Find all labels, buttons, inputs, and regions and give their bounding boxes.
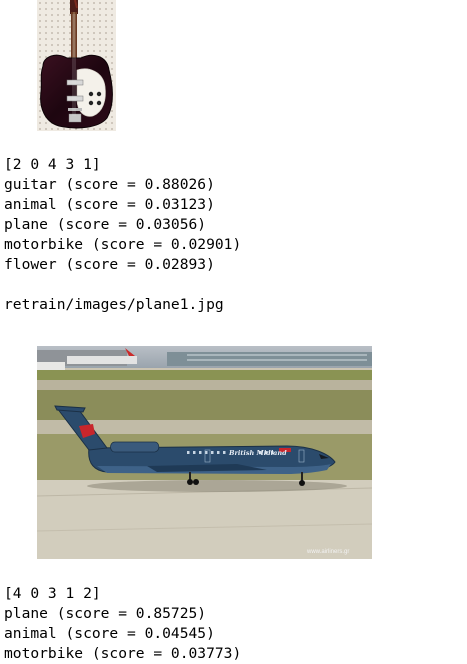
prediction-line: guitar (score = 0.88026) (4, 176, 215, 193)
prediction-line: plane (score = 0.03056) (4, 216, 207, 233)
prediction-line: animal (score = 0.04545) (4, 625, 215, 642)
plane-image: British Midland www.airliners.gr (37, 346, 372, 559)
photo-credit: www.airliners.gr (306, 549, 349, 555)
prediction-line: flower (score = 0.02893) (4, 256, 215, 273)
classification-order-1: [2 0 4 3 1] (4, 156, 101, 173)
guitar-image (37, 0, 116, 131)
image-path: retrain/images/plane1.jpg (4, 296, 224, 313)
livery-text: British Midland (228, 449, 287, 457)
prediction-line: plane (score = 0.85725) (4, 605, 207, 622)
prediction-line: animal (score = 0.03123) (4, 196, 215, 213)
classification-order-2: [4 0 3 1 2] (4, 585, 101, 602)
prediction-line: motorbike (score = 0.02901) (4, 236, 242, 253)
prediction-line: motorbike (score = 0.03773) (4, 645, 242, 662)
